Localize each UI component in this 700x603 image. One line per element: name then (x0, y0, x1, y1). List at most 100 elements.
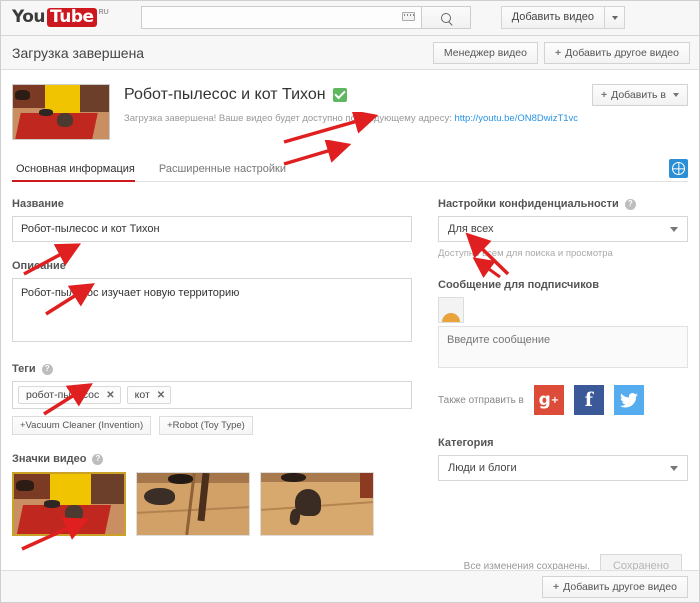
search-bar (140, 6, 471, 29)
tag-suggestions: +Vacuum Cleaner (Invention) +Robot (Toy … (12, 416, 412, 435)
plus-icon: + (552, 581, 560, 593)
video-meta: Робот-пылесос и кот Тихон Загрузка завер… (124, 84, 592, 124)
video-title-row: Робот-пылесос и кот Тихон (124, 86, 592, 104)
tag-suggestion[interactable]: +Robot (Toy Type) (159, 416, 253, 435)
privacy-help-text: Доступно всем для поиска и просмотра (438, 248, 613, 259)
search-input[interactable] (140, 6, 421, 29)
share-row: Также отправить в g + f (438, 385, 688, 415)
privacy-label-text: Настройки конфиденциальности (438, 198, 619, 210)
upload-status-label: Загрузка завершена! Ваше видео будет дос… (124, 113, 452, 124)
tags-label-text: Теги (12, 363, 36, 375)
tabs: Основная информация Расширенные настройк… (12, 163, 298, 182)
category-select[interactable]: Люди и блоги (438, 455, 688, 481)
video-url-link[interactable]: http://youtu.be/ON8DwizT1vc (455, 113, 579, 124)
masthead: You Tube RU Добавить видео (0, 0, 700, 36)
bottom-bar: + Добавить другое видео (0, 570, 700, 603)
subscriber-message-label-text: Сообщение для подписчиков (438, 279, 600, 291)
category-label-text: Категория (438, 437, 494, 449)
thumbnail-image-1 (14, 474, 124, 534)
privacy-selected-value: Для всех (448, 223, 494, 235)
tab-advanced-settings[interactable]: Расширенные настройки (147, 163, 298, 181)
subscriber-message-block: Сообщение для подписчиков Также отправит… (438, 279, 688, 415)
plus-icon: + (554, 46, 562, 59)
chevron-down-icon (673, 93, 679, 97)
add-another-video-button-top[interactable]: + Добавить другое видео (543, 41, 690, 64)
video-thumbnail (12, 84, 110, 140)
tag-text: робот-пылесос (26, 389, 100, 401)
thumbnails-field-label: Значки видео ? (12, 453, 412, 465)
tags-field-label: Теги ? (12, 363, 412, 375)
tags-input-box[interactable]: робот-пылесос ✕ кот ✕ (12, 381, 412, 409)
google-plus-icon[interactable]: g + (533, 385, 564, 415)
video-title: Робот-пылесос и кот Тихон (124, 86, 326, 103)
description-label-text: Описание (12, 260, 66, 272)
tag-text: кот (134, 389, 150, 401)
add-another-video-label-top: Добавить другое видео (565, 46, 679, 59)
globe-glyph (672, 162, 685, 175)
category-field-label: Категория (438, 437, 688, 449)
subscriber-message-textarea[interactable] (438, 326, 688, 368)
search-field-holder (140, 6, 421, 29)
title-field-label: Название (12, 198, 412, 210)
privacy-field-label: Настройки конфиденциальности ? (438, 198, 688, 210)
form-left-column: Название Описание Теги ? робот-пылесос ✕… (11, 198, 412, 537)
category-selected-value: Люди и блоги (448, 462, 517, 474)
avatar-glyph (441, 300, 461, 322)
thumbnail-image-2 (137, 473, 249, 535)
description-textarea[interactable] (12, 278, 412, 342)
title-input[interactable] (12, 216, 412, 242)
chevron-down-icon (670, 465, 678, 471)
globe-translate-icon[interactable] (669, 159, 688, 178)
help-icon[interactable]: ? (41, 363, 53, 375)
close-icon[interactable]: ✕ (106, 390, 114, 401)
video-manager-button[interactable]: Менеджер видео (432, 41, 538, 64)
add-to-label: Добавить в (611, 89, 666, 101)
upload-video-button[interactable]: Добавить видео (500, 6, 605, 29)
content-area: Робот-пылесос и кот Тихон Загрузка завер… (0, 70, 700, 599)
tab-basic-info[interactable]: Основная информация (12, 163, 147, 182)
tabs-row: Основная информация Расширенные настройк… (12, 156, 688, 182)
form-right-column: Настройки конфиденциальности ? Для всех … (438, 198, 688, 536)
page-title: Загрузка завершена (12, 44, 145, 61)
thumbnail-option-3[interactable] (260, 472, 374, 536)
form-columns: Название Описание Теги ? робот-пылесос ✕… (11, 198, 688, 537)
video-header: Робот-пылесос и кот Тихон Загрузка завер… (12, 80, 688, 140)
title-label-text: Название (12, 198, 64, 210)
subscriber-message-label: Сообщение для подписчиков (438, 279, 688, 291)
help-icon[interactable]: ? (624, 198, 636, 210)
close-icon[interactable]: ✕ (157, 390, 165, 401)
youtube-logo[interactable]: You Tube RU (12, 8, 109, 27)
thumbnails-label-text: Значки видео (12, 453, 87, 465)
thumbnail-image-3 (261, 473, 373, 535)
facebook-icon[interactable]: f (573, 385, 604, 415)
thumbnail-options (11, 471, 412, 537)
check-badge-icon (332, 88, 347, 102)
page-subheader: Загрузка завершена Менеджер видео + Добав… (0, 36, 700, 70)
add-another-video-label-bottom: Добавить другое видео (563, 581, 677, 593)
tag-chip[interactable]: робот-пылесос ✕ (18, 386, 121, 404)
keyboard-icon[interactable] (401, 12, 415, 21)
thumbnail-option-2[interactable] (136, 472, 250, 536)
video-thumbnail-image (13, 85, 109, 139)
twitter-bird-glyph (619, 392, 638, 407)
upload-status-text: Загрузка завершена! Ваше видео будет дос… (124, 113, 592, 124)
search-button[interactable] (420, 6, 471, 29)
twitter-icon[interactable] (613, 385, 644, 415)
subheader-actions: Менеджер видео + Добавить другое видео (432, 41, 690, 64)
tag-suggestion[interactable]: +Vacuum Cleaner (Invention) (12, 416, 152, 435)
search-icon (440, 12, 451, 23)
chevron-down-icon (611, 15, 618, 20)
tag-chip[interactable]: кот ✕ (126, 386, 172, 404)
thumbnail-option-1[interactable] (11, 471, 127, 537)
upload-button-group: Добавить видео (500, 6, 625, 29)
category-block: Категория Люди и блоги (438, 437, 688, 481)
avatar-body (442, 313, 460, 322)
privacy-select[interactable]: Для всех (438, 216, 688, 242)
help-icon[interactable]: ? (92, 453, 104, 465)
share-label: Также отправить в (438, 394, 524, 406)
description-field-label: Описание (12, 260, 412, 272)
add-to-playlist-button[interactable]: + Добавить в (591, 84, 688, 106)
upload-dropdown-button[interactable] (605, 6, 625, 29)
add-another-video-button-bottom[interactable]: + Добавить другое видео (541, 576, 688, 598)
logo-you-text: You (12, 7, 46, 27)
